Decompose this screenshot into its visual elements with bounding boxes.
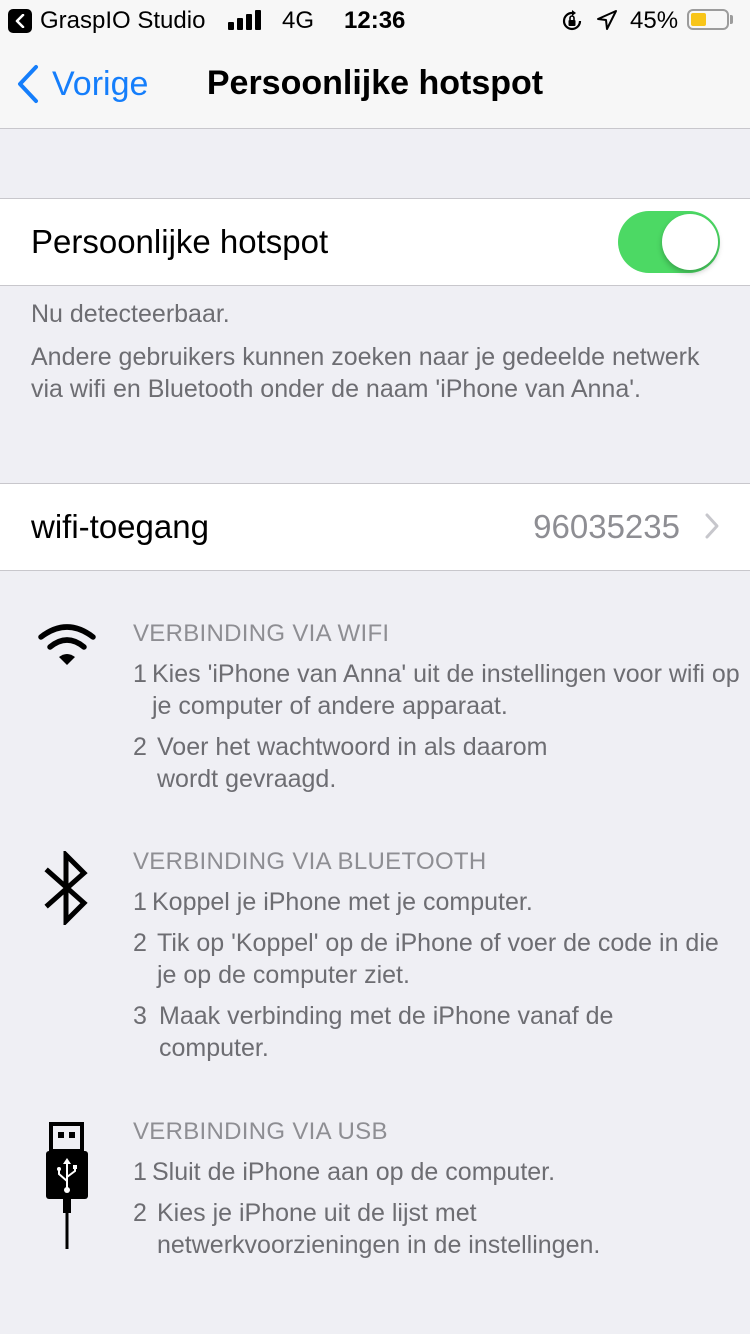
step-text: Tik op 'Koppel' op de iPhone of voer de … <box>157 929 719 989</box>
navigation-bar: Vorige Persoonlijke hotspot <box>0 40 750 129</box>
battery-icon <box>687 9 729 30</box>
bluetooth-section-heading: VERBINDING VIA BLUETOOTH <box>133 848 487 875</box>
step-text: Koppel je iPhone met je computer. <box>152 888 533 916</box>
step-number: 1 <box>133 888 147 916</box>
wifi-password-value: 96035235 <box>533 508 680 545</box>
step-number: 1 <box>133 1158 147 1186</box>
bluetooth-icon <box>44 851 88 925</box>
toggle-knob <box>662 214 718 270</box>
step-number: 2 <box>133 733 147 761</box>
hotspot-cell: Persoonlijke hotspot <box>0 198 750 286</box>
step-number: 1 <box>133 660 147 688</box>
battery-level <box>691 13 706 26</box>
bluetooth-step: 2 Tik op 'Koppel' op de iPhone of voer d… <box>133 927 743 991</box>
usb-section-heading: VERBINDING VIA USB <box>133 1118 388 1145</box>
wifi-access-cell[interactable]: wifi-toegang 96035235 <box>0 483 750 571</box>
step-number: 2 <box>133 929 147 957</box>
wifi-step: 2 Voer het wachtwoord in als daarom word… <box>133 731 603 795</box>
carrier-name: GraspIO Studio <box>40 7 206 34</box>
usb-step: 1 Sluit de iPhone aan op de computer. <box>133 1156 743 1188</box>
bluetooth-step: 3 Maak verbinding met de iPhone vanaf de… <box>133 1000 633 1064</box>
signal-icon <box>228 10 261 30</box>
step-number: 2 <box>133 1199 147 1227</box>
bluetooth-step: 1 Koppel je iPhone met je computer. <box>133 886 743 918</box>
page-title: Persoonlijke hotspot <box>206 64 544 102</box>
status-bar: GraspIO Studio 4G 12:36 45% <box>0 0 750 40</box>
clock: 12:36 <box>344 7 406 34</box>
battery-tip <box>730 15 733 24</box>
step-number: 3 <box>133 1002 147 1030</box>
location-icon <box>597 10 617 30</box>
usb-icon <box>46 1122 88 1249</box>
wifi-access-label: wifi-toegang <box>31 508 209 545</box>
step-text: Kies 'iPhone van Anna' uit de instelling… <box>152 660 740 720</box>
back-to-app-icon[interactable] <box>8 9 32 33</box>
orientation-lock-icon <box>562 10 582 31</box>
wifi-step: 1 Kies 'iPhone van Anna' uit de instelli… <box>133 658 743 722</box>
wifi-icon <box>38 624 96 665</box>
chevron-right-icon <box>705 513 719 539</box>
discoverable-text: Nu detecteerbaar. <box>31 300 230 328</box>
hotspot-description: Andere gebruikers kunnen zoeken naar je … <box>31 343 700 403</box>
step-text: Maak verbinding met de iPhone vanaf de c… <box>159 1002 614 1062</box>
hotspot-label: Persoonlijke hotspot <box>31 223 329 260</box>
step-text: Sluit de iPhone aan op de computer. <box>152 1158 556 1186</box>
step-text: Kies je iPhone uit de lijst met netwerkv… <box>157 1199 601 1259</box>
battery-percentage: 45% <box>630 7 679 34</box>
step-text: Voer het wachtwoord in als daarom wordt … <box>157 733 548 793</box>
hotspot-toggle[interactable] <box>618 211 720 273</box>
network-type: 4G <box>282 7 315 34</box>
wifi-section-heading: VERBINDING VIA WIFI <box>133 620 390 647</box>
usb-step: 2 Kies je iPhone uit de lijst met netwer… <box>133 1197 673 1261</box>
